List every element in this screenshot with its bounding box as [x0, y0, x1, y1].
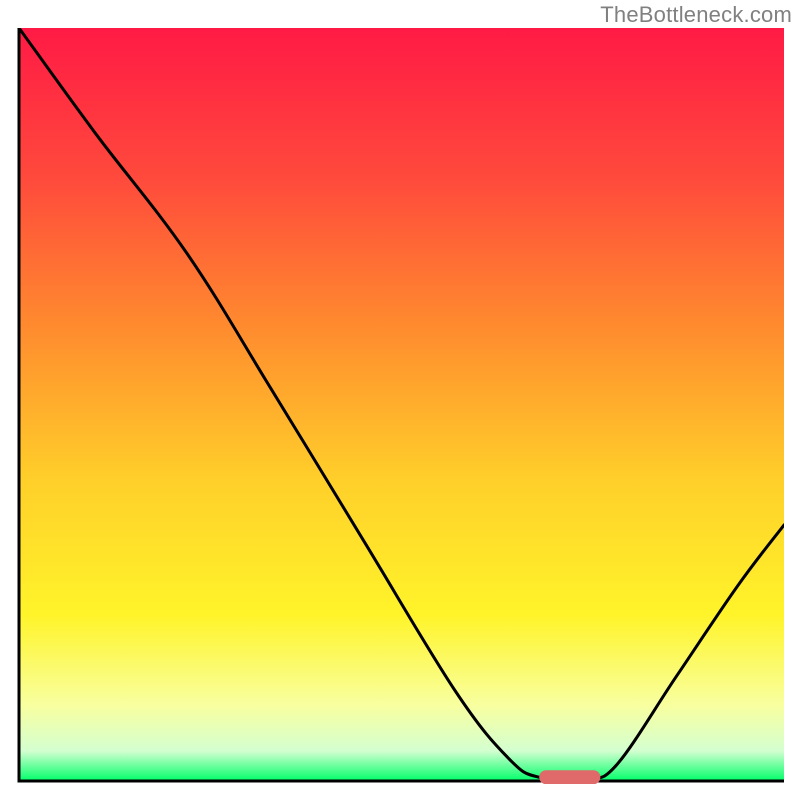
plot-area: [16, 28, 784, 784]
chart-container: TheBottleneck.com: [0, 0, 800, 800]
watermark-text: TheBottleneck.com: [600, 2, 792, 28]
chart-svg: [16, 28, 784, 784]
